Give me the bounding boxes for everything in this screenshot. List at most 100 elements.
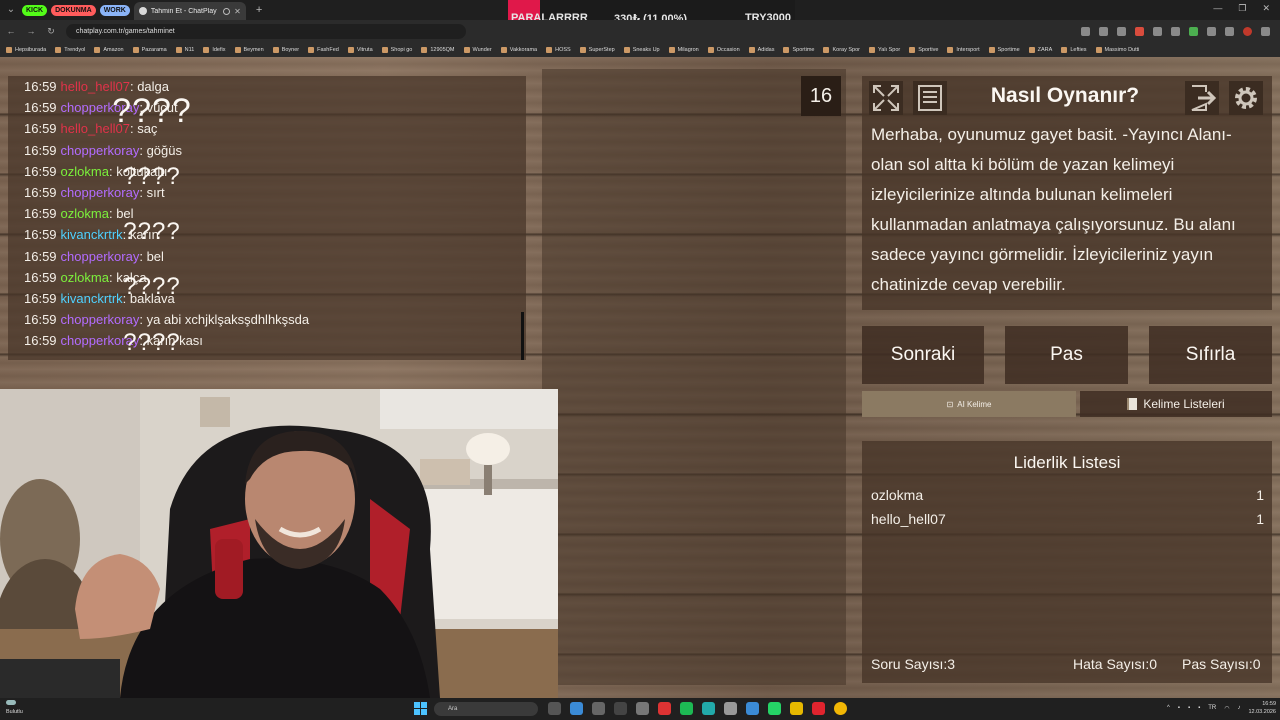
bookmark-item[interactable]: Sportime [988, 46, 1020, 53]
tab-group-chip-kick[interactable]: KICK [22, 4, 48, 16]
bookmark-item[interactable]: Vitruta [347, 46, 373, 53]
hidden-forbidden-word: ???? [123, 218, 181, 245]
bookmark-item[interactable]: ZARA [1028, 46, 1052, 53]
bookmark-item[interactable]: Wunder [463, 46, 492, 53]
bookmark-item[interactable]: SuperStep [579, 46, 615, 53]
extension-icon[interactable] [1153, 26, 1162, 36]
chat-username[interactable]: chopperkoray [61, 249, 140, 264]
bookmark-item[interactable]: Intersport [947, 46, 980, 53]
file-explorer-icon[interactable] [790, 702, 803, 715]
app-icon[interactable] [702, 702, 715, 715]
reset-button[interactable]: Sıfırla [1149, 326, 1272, 384]
bookmark-item[interactable]: Hepsiburada [6, 46, 46, 53]
reload-icon[interactable]: ↻ [46, 26, 56, 37]
weather-widget[interactable]: Bulutlu [6, 700, 23, 716]
taskbar-clock[interactable]: 16:59 12.03.2026 [1248, 700, 1276, 716]
app-icon[interactable] [570, 702, 583, 715]
bookmark-item[interactable]: Yalı Spor [869, 46, 900, 53]
tab-group-chip-work[interactable]: WORK [99, 4, 130, 16]
bookmark-item[interactable]: Idefix [203, 46, 226, 53]
opera-icon[interactable] [812, 702, 825, 715]
tab-close-icon[interactable]: ✕ [234, 7, 241, 16]
close-window-icon[interactable]: ✕ [1262, 3, 1270, 14]
bookmark-item[interactable]: Trendyol [55, 46, 85, 53]
volume-icon[interactable]: ♪ [1237, 705, 1240, 711]
app-icon[interactable] [592, 702, 605, 715]
extension-icon[interactable] [1081, 26, 1090, 36]
extension-icon[interactable] [1207, 26, 1216, 36]
bookmark-item[interactable]: N11 [175, 46, 194, 53]
wifi-icon[interactable]: ◠ [1224, 705, 1229, 712]
app-icon[interactable] [636, 702, 649, 715]
tab-group-chip-dokunma[interactable]: DOKUNMA [51, 4, 96, 16]
chat-separator: : [139, 248, 147, 264]
bookmark-item[interactable]: Koray Spor [823, 46, 860, 53]
word-lists-button[interactable]: Kelime Listeleri [1080, 391, 1272, 417]
tray-app-icon[interactable]: ▪ [1178, 705, 1180, 711]
minimize-icon[interactable]: — [1213, 3, 1222, 14]
forward-icon[interactable]: → [26, 26, 36, 36]
tray-app-icon[interactable]: ▪ [1188, 705, 1190, 711]
address-bar[interactable]: chatplay.com.tr/games/tahminet [66, 23, 466, 39]
extension-icon[interactable] [1171, 26, 1180, 36]
bookmark-item[interactable]: Lefties [1061, 46, 1087, 53]
ai-word-button[interactable]: ⊡ AI Kelime [862, 391, 1076, 417]
chat-message: 16:59 chopperkoray: bel [24, 246, 526, 267]
bookmark-item[interactable]: Massimo Dutti [1095, 46, 1139, 53]
tray-chevron-icon[interactable]: ^ [1167, 705, 1170, 711]
whatsapp-icon[interactable] [768, 702, 781, 715]
new-tab-icon[interactable]: + [256, 4, 262, 16]
bookmark-favicon-icon [132, 46, 139, 53]
back-icon[interactable]: ← [6, 26, 16, 36]
chrome-icon[interactable] [834, 702, 847, 715]
bookmark-item[interactable]: Sportive [909, 46, 938, 53]
profile-avatar-icon[interactable] [1243, 26, 1252, 36]
extension-icon[interactable] [1225, 26, 1234, 36]
word-lists-label: Kelime Listeleri [1143, 397, 1225, 411]
bookmark-label: Shopi go [390, 46, 413, 53]
app-icon[interactable] [724, 702, 737, 715]
windows-start-icon[interactable] [414, 702, 427, 715]
chat-scrollbar[interactable] [521, 312, 524, 360]
next-button[interactable]: Sonraki [862, 326, 984, 384]
bookmark-item[interactable]: Milagron [668, 46, 699, 53]
language-indicator[interactable]: TR [1208, 705, 1216, 711]
tray-app-icon[interactable]: ▪ [1198, 705, 1200, 711]
bookmark-item[interactable]: Occasion [707, 46, 740, 53]
bookmark-item[interactable]: HOSS [546, 46, 571, 53]
bookmark-item[interactable]: Vakkorama [500, 46, 537, 53]
spotify-icon[interactable] [680, 702, 693, 715]
app-icon[interactable] [746, 702, 759, 715]
menu-dots-icon[interactable] [1261, 26, 1270, 36]
extension-icon[interactable] [1135, 26, 1144, 36]
chat-username[interactable]: chopperkoray [61, 312, 140, 327]
task-view-icon[interactable] [548, 702, 561, 715]
extension-icon[interactable] [1189, 26, 1198, 36]
taskbar-search-input[interactable]: Ara [434, 702, 538, 716]
bookmark-item[interactable]: Amazon [94, 46, 124, 53]
bookmark-item[interactable]: Sneaks Up [623, 46, 660, 53]
rules-document-icon[interactable] [912, 80, 948, 116]
exit-icon[interactable] [1184, 80, 1220, 116]
chat-username[interactable]: chopperkoray [61, 143, 140, 158]
bookmark-item[interactable]: Boyner [272, 46, 299, 53]
tab-search-chevron-icon[interactable]: ⌄ [4, 3, 18, 17]
bookmark-item[interactable]: Sportime [783, 46, 814, 53]
bookmark-item[interactable]: Adidas [748, 46, 774, 53]
app-icon[interactable] [614, 702, 627, 715]
bookmark-item[interactable]: FashFed [308, 46, 339, 53]
bookmark-item[interactable]: Shopi go [381, 46, 413, 53]
maximize-icon[interactable]: ❐ [1238, 3, 1246, 14]
fullscreen-icon[interactable] [868, 80, 904, 116]
bookmark-item[interactable]: 12905QM [421, 46, 455, 53]
extension-icon[interactable] [1099, 26, 1108, 36]
active-tab[interactable]: Tahmin Et - ChatPlay ✕ [133, 2, 246, 20]
bookmark-item[interactable]: Beymen [234, 46, 264, 53]
bookmark-item[interactable]: Pazarama [132, 46, 167, 53]
settings-gear-icon[interactable] [1228, 80, 1264, 116]
bookmark-favicon-icon [94, 46, 101, 53]
extension-icon[interactable] [1117, 26, 1126, 36]
pass-button[interactable]: Pas [1005, 326, 1128, 384]
app-icon[interactable] [658, 702, 671, 715]
leaderboard-score: 1 [1256, 511, 1264, 527]
